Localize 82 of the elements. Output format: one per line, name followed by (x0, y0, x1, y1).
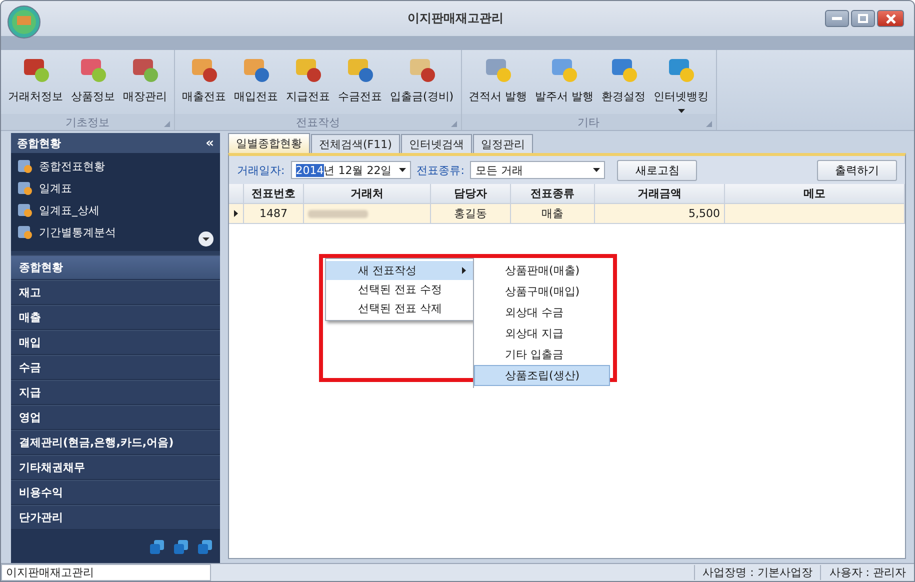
ribbon-button[interactable]: 지급전표 (283, 54, 333, 104)
menu-item[interactable]: 외상대 지급 (474, 323, 610, 344)
ribbon-button[interactable]: 발주서 발행 (532, 54, 597, 104)
dropdown-icon (398, 168, 406, 172)
group-label: 기초정보 (66, 114, 110, 130)
ribbon-button[interactable]: 거래처정보 (5, 54, 66, 104)
column-header[interactable]: 거래금액 (595, 184, 725, 203)
ribbon-button[interactable]: 수금전표 (335, 54, 385, 104)
window-stack-icon[interactable] (150, 540, 164, 554)
group-label: 기타 (578, 114, 600, 130)
nav-button[interactable]: 재고 (11, 280, 220, 305)
tab[interactable]: 일정관리 (472, 134, 533, 153)
table-cell: 홍길동 (431, 204, 511, 223)
date-label: 거래일자: (237, 162, 285, 178)
column-header[interactable]: 담당자 (431, 184, 511, 203)
sidebar-title: 종합현황 (17, 136, 61, 150)
minimize-button[interactable] (825, 10, 849, 27)
table-cell: 5,500 (595, 204, 725, 223)
nav-button[interactable]: 영업 (11, 405, 220, 430)
app-logo-icon[interactable] (7, 4, 41, 38)
ribbon-button[interactable]: 상품정보 (68, 54, 118, 104)
row-pointer-icon (234, 210, 238, 217)
ribbon-button[interactable]: 매장관리 (120, 54, 170, 104)
ribbon-button[interactable]: 매출전표 (179, 54, 229, 104)
tab[interactable]: 일별종합현황 (228, 133, 310, 153)
sidebar-item[interactable]: 종합전표현황 (11, 155, 220, 177)
nav-button[interactable]: 매출 (11, 305, 220, 330)
column-header[interactable]: 전표번호 (244, 184, 304, 203)
nav-button[interactable]: 결제관리(현금,은행,카드,어음) (11, 430, 220, 455)
menu-item[interactable]: 외상대 수금 (474, 302, 610, 323)
nav-button[interactable]: 매입 (11, 330, 220, 355)
sidebar-item[interactable]: 일계표 (11, 177, 220, 199)
sidebar-item[interactable]: 기간별통계분석 (11, 221, 220, 243)
type-label: 전표종류: (416, 162, 464, 178)
nav-button[interactable]: 기타채권채무 (11, 455, 220, 480)
menu-item[interactable]: 상품구매(매입) (474, 281, 610, 302)
menu-item[interactable]: 선택된 전표 삭제 (326, 299, 474, 318)
nav-button[interactable]: 지급 (11, 380, 220, 405)
table-cell: 매출 (511, 204, 595, 223)
collapse-button[interactable]: « (206, 136, 214, 150)
menu-item[interactable]: 새 전표작성 (326, 261, 474, 280)
nav-button[interactable]: 비용수익 (11, 480, 220, 505)
menu-item[interactable]: 기타 입출금 (474, 344, 610, 365)
dropdown-icon (593, 168, 600, 172)
tab[interactable]: 인터넷검색 (400, 134, 472, 153)
menu-item[interactable]: 상품판매(매출) (474, 260, 610, 281)
window-stack-icon[interactable] (174, 540, 188, 554)
maximize-button[interactable] (851, 10, 875, 27)
column-header[interactable]: 메모 (725, 184, 905, 203)
sidebar-item[interactable]: 일계표_상세 (11, 199, 220, 221)
close-button[interactable] (877, 10, 904, 27)
minimize-icon (832, 16, 842, 20)
menu-item[interactable]: 상품조립(생산) (474, 365, 610, 386)
nav-button[interactable]: 단가관리 (11, 505, 220, 530)
table-row[interactable]: 1487 홍길동 매출 5,500 (229, 204, 905, 224)
column-header[interactable]: 전표종류 (511, 184, 595, 203)
ribbon-button[interactable]: 환경설정 (598, 54, 649, 104)
status-user: 사용자 : 관리자 (820, 565, 914, 580)
ribbon-button[interactable]: 인터넷뱅킹 (650, 54, 712, 113)
table-cell: 1487 (244, 204, 304, 223)
nav-button[interactable]: 종합현황 (11, 255, 220, 280)
window-stack-icon[interactable] (198, 540, 212, 554)
window-title: 이지판매재고관리 (408, 10, 504, 27)
menu-item[interactable]: 선택된 전표 수정 (326, 280, 474, 299)
tab[interactable]: 전체검색(F11) (311, 134, 400, 153)
nav-button[interactable]: 수금 (11, 355, 220, 380)
scroll-down-button[interactable] (198, 231, 214, 247)
date-picker[interactable]: 2014년 12월 22일 (290, 161, 411, 179)
refresh-button[interactable]: 새로고침 (617, 160, 698, 180)
ribbon-button[interactable]: 매입전표 (231, 54, 281, 104)
group-label: 전표작성 (296, 114, 340, 130)
close-icon (886, 14, 896, 24)
ribbon-button[interactable]: 입출금(경비) (387, 54, 457, 104)
type-dropdown[interactable]: 모든 거래 (470, 161, 606, 179)
ribbon-button[interactable]: 견적서 발행 (466, 54, 530, 104)
status-business: 사업장명 : 기본사업장 (694, 565, 820, 580)
submenu-arrow-icon (462, 267, 466, 274)
blurred-text (308, 210, 368, 218)
status-text: 이지판매재고관리 (1, 564, 211, 581)
maximize-icon (858, 14, 868, 23)
column-header[interactable]: 거래처 (304, 184, 431, 203)
print-button[interactable]: 출력하기 (817, 160, 897, 180)
